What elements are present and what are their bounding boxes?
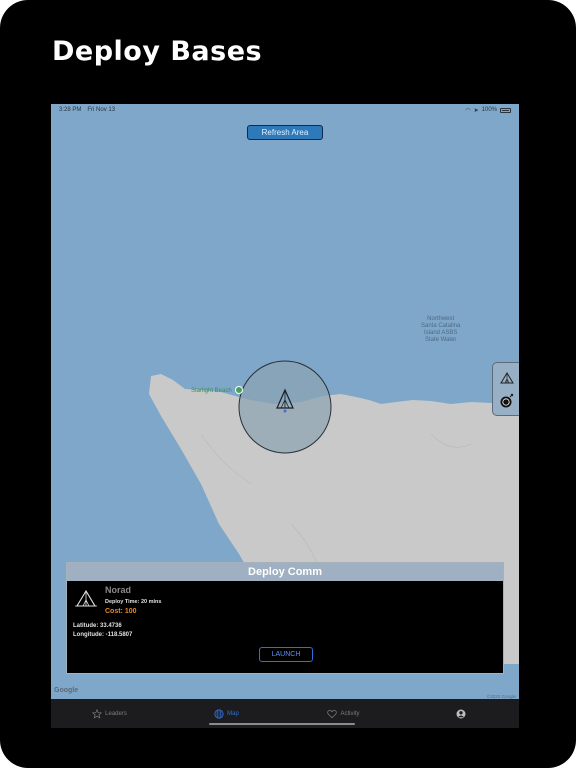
deploy-time: Deploy Time: 20 mins bbox=[105, 599, 162, 605]
google-logo[interactable]: Google bbox=[54, 687, 78, 694]
tab-label: Map bbox=[227, 710, 239, 717]
heart-icon bbox=[327, 709, 338, 718]
screenshot-frame: Deploy Bases 3:28 PM Fri Nov 13 ◠ ➤ 100%… bbox=[0, 0, 576, 768]
longitude-label: Longitude: -118.5807 bbox=[73, 632, 133, 638]
wifi-icon: ◠ bbox=[465, 107, 471, 114]
tent-icon bbox=[75, 589, 97, 607]
deploy-panel-body: Norad Deploy Time: 20 mins Cost: 100 Lat… bbox=[67, 581, 503, 673]
tab-label: Activity bbox=[340, 710, 360, 717]
side-panel bbox=[492, 362, 519, 416]
star-icon bbox=[92, 708, 103, 719]
area-label-line: Santa Catalina bbox=[421, 323, 461, 329]
area-label-line: State Water bbox=[424, 337, 457, 343]
area-label-line: Northwest bbox=[427, 316, 455, 322]
status-date: Fri Nov 13 bbox=[87, 107, 116, 113]
globe-icon bbox=[214, 708, 224, 719]
cost-label: Cost: 100 bbox=[105, 608, 137, 615]
status-bar: 3:28 PM Fri Nov 13 ◠ ➤ 100% bbox=[51, 104, 519, 116]
unit-name: Norad bbox=[105, 585, 132, 595]
deploy-panel-title: Deploy Comm bbox=[67, 563, 503, 581]
launch-button[interactable]: LAUNCH bbox=[259, 647, 313, 662]
area-label: Northwest Santa Catalina Island ASBS Sta… bbox=[421, 316, 460, 344]
area-label-line: Island ASBS bbox=[424, 330, 458, 336]
poi-pin-icon[interactable] bbox=[235, 386, 243, 394]
latitude-label: Latitude: 33.4736 bbox=[73, 623, 122, 629]
deploy-panel: Deploy Comm Norad Deploy Time: 20 mins C… bbox=[66, 562, 504, 674]
profile-icon bbox=[456, 709, 465, 718]
tab-label: Leaders bbox=[105, 710, 127, 717]
battery-percent: 100% bbox=[481, 107, 497, 113]
home-indicator bbox=[209, 723, 355, 725]
tab-leaders[interactable]: Leaders bbox=[51, 699, 168, 728]
headline: Deploy Bases bbox=[52, 36, 263, 67]
location-icon: ➤ bbox=[473, 107, 479, 114]
refresh-area-button[interactable]: Refresh Area bbox=[247, 125, 323, 140]
tent-icon[interactable] bbox=[499, 370, 515, 386]
bomb-icon[interactable] bbox=[499, 393, 515, 409]
tab-profile[interactable] bbox=[402, 699, 519, 728]
battery-icon bbox=[500, 107, 511, 113]
poi-label[interactable]: Starlight Beach bbox=[191, 388, 232, 394]
device-screen: 3:28 PM Fri Nov 13 ◠ ➤ 100% Refresh Area… bbox=[51, 104, 519, 728]
status-time: 3:28 PM bbox=[59, 107, 82, 113]
